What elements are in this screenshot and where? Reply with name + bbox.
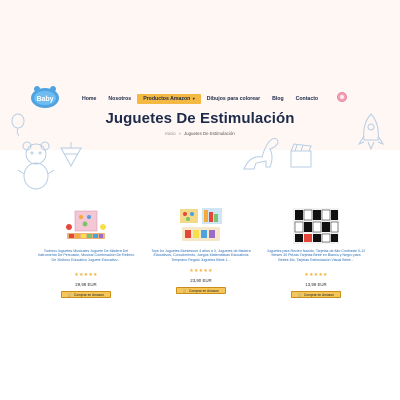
buy-on-amazon-button[interactable]: 🛒 Comprar en Amazon	[176, 287, 226, 294]
nav-item-productos-amazon[interactable]: Productos Amazon ▾	[137, 94, 201, 104]
nav-item-blog[interactable]: Blog	[266, 94, 290, 104]
product-title-link[interactable]: Todmnu Juguetes Musicales Juguete De Mad…	[36, 249, 136, 262]
product-image[interactable]	[176, 205, 226, 247]
spinning-top-doodle-icon	[60, 142, 82, 168]
buy-button-label: Comprar en Amazon	[73, 292, 105, 297]
product-price: 29,98 EUR	[75, 282, 97, 287]
nav-item-contacto[interactable]: Contacto	[290, 94, 324, 104]
product-grid: Todmnu Juguetes Musicales Juguete De Mad…	[36, 200, 366, 310]
product-price: 23,90 EUR	[190, 278, 212, 283]
nav-item-dibujos-para-colorear[interactable]: Dibujos para colorear	[201, 94, 266, 104]
chevron-down-icon: ▾	[192, 96, 195, 101]
breadcrumb-separator: »	[178, 131, 181, 136]
cart-icon: 🛒	[182, 288, 188, 293]
cart-icon: 🛒	[297, 292, 303, 297]
page-title: Juguetes De Estimulación	[105, 110, 295, 127]
nav-item-home[interactable]: Home	[76, 94, 102, 104]
product-card: Juguetes para Recién Nacido, Tarjetas de…	[266, 200, 366, 310]
product-title-link[interactable]: Toys for Juguetes Montessori 4 años a 3,…	[151, 249, 251, 262]
main-nav: Home Nosotros Productos Amazon ▾ Dibujos…	[76, 93, 324, 105]
breadcrumb-current: Juguetes De Estimulación	[183, 131, 235, 136]
logo-text: Baby	[36, 96, 53, 103]
clapperboard-doodle-icon	[290, 143, 312, 168]
buy-button-label: Comprar en Amazon	[188, 288, 220, 293]
product-image[interactable]	[61, 205, 111, 247]
buy-button-label: Comprar en Amazon	[303, 292, 335, 297]
nav-item-nosotros[interactable]: Nosotros	[102, 94, 137, 104]
language-flag-icon[interactable]	[337, 92, 347, 102]
breadcrumb: Inicio» Juguetes De Estimulación	[0, 131, 400, 136]
nav-item-label: Productos Amazon	[143, 96, 191, 102]
breadcrumb-home-link[interactable]: Inicio	[165, 131, 175, 136]
star-rating: ★★★★★	[189, 268, 213, 274]
star-rating: ★★★★★	[74, 272, 98, 278]
buy-on-amazon-button[interactable]: 🛒 Comprar en Amazon	[61, 291, 111, 298]
product-card: Toys for Juguetes Montessori 4 años a 3,…	[151, 200, 251, 310]
product-title-link[interactable]: Juguetes para Recién Nacido, Tarjetas de…	[266, 249, 366, 262]
logo-icon[interactable]: Baby	[30, 84, 60, 110]
product-card: Todmnu Juguetes Musicales Juguete De Mad…	[36, 200, 136, 310]
cart-icon: 🛒	[67, 292, 73, 297]
product-image[interactable]	[291, 205, 341, 247]
teddy-bear-doodle-icon	[17, 141, 55, 190]
star-rating: ★★★★★	[304, 272, 328, 278]
product-price: 13,99 EUR	[305, 282, 327, 287]
dinosaur-doodle-icon	[243, 138, 279, 170]
page-header: Baby Home Nosotros Productos Amazon ▾ Di…	[0, 0, 400, 190]
buy-on-amazon-button[interactable]: 🛒 Comprar en Amazon	[291, 291, 341, 298]
